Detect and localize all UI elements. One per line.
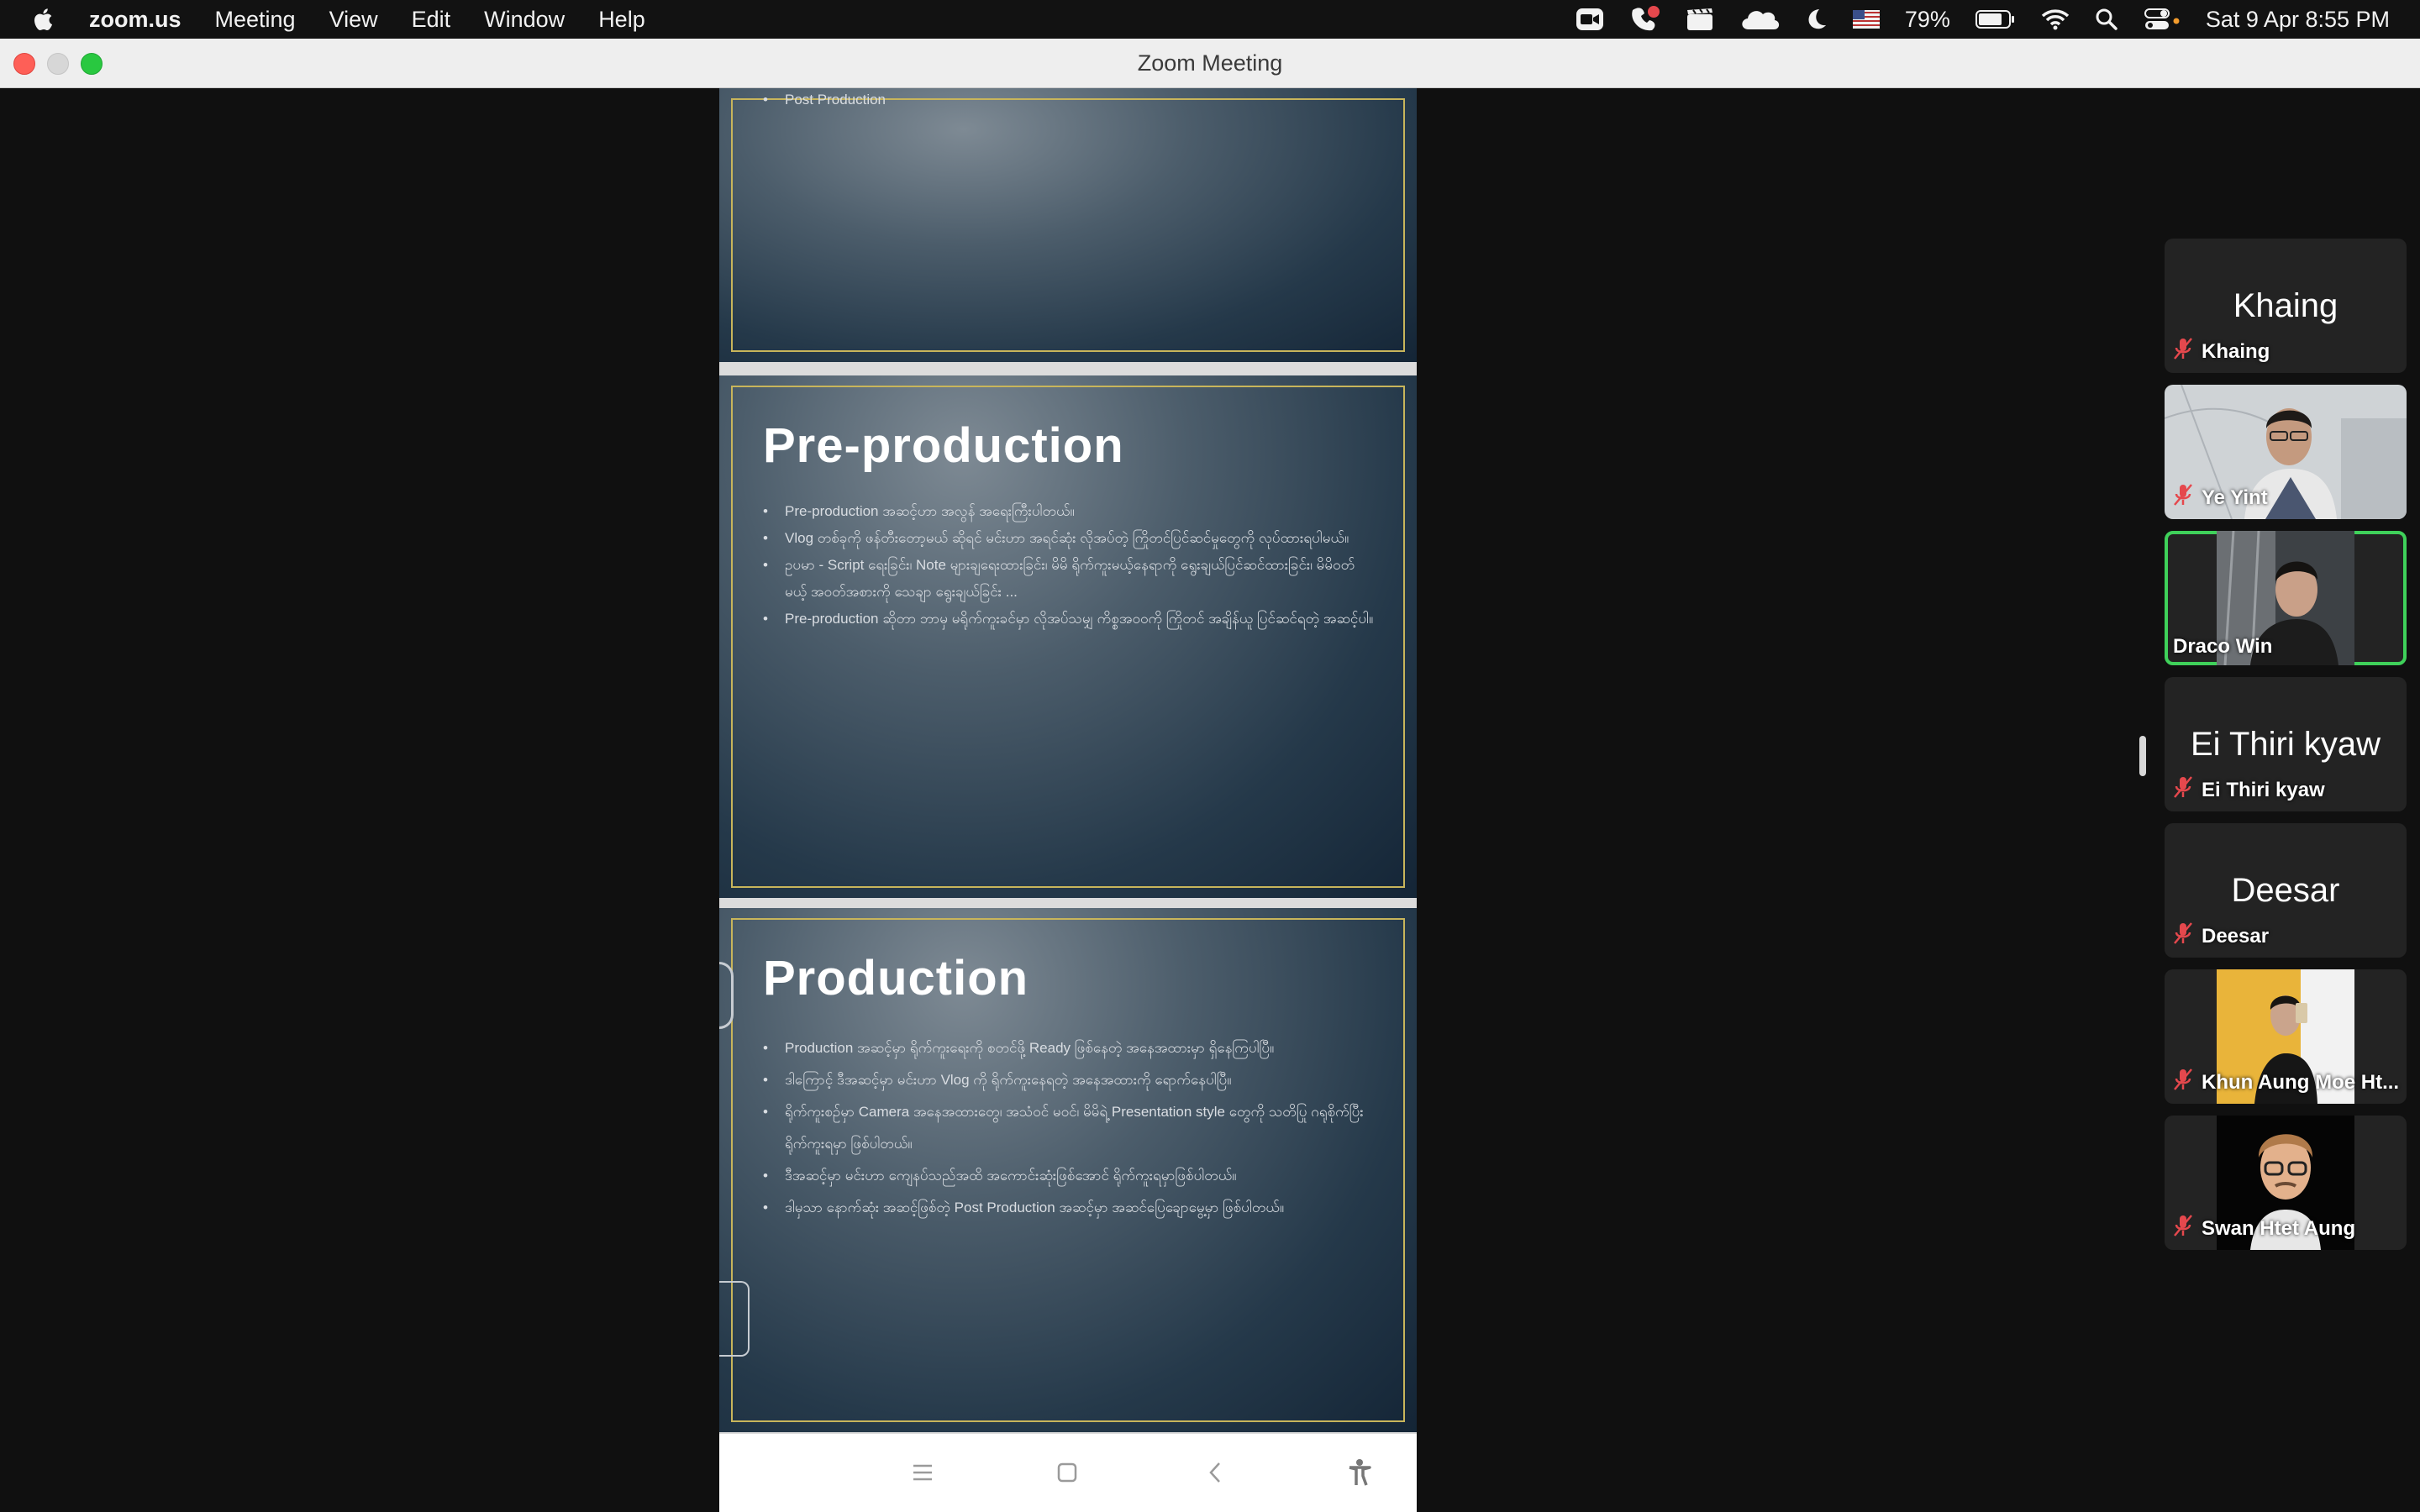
participant-name: Deesar: [2202, 924, 2270, 948]
participant-name: Ye Yint: [2202, 486, 2268, 509]
bullet: Post Production: [763, 88, 1375, 113]
home-icon[interactable]: [1047, 1452, 1087, 1493]
muted-mic-icon: [2173, 921, 2193, 951]
participant-nameplate: Ye Yint: [2173, 483, 2268, 512]
gallery-scroll-indicator[interactable]: [2139, 736, 2146, 776]
zoom-status-icon[interactable]: [1576, 7, 1604, 32]
menu-bar: zoom.us Meeting View Edit Window Help 79…: [0, 0, 2420, 39]
accessibility-icon[interactable]: [1339, 1452, 1380, 1493]
slide-production: Production Production အဆင့်မှာ ရိုက်ကူးရ…: [719, 908, 1417, 1432]
battery-percent: 79%: [1904, 6, 1950, 32]
bullet: ဒီအဆင့်မှာ မင်းဟာ ကျေနပ်သည်အထိ အကောင်းဆု…: [763, 1160, 1375, 1192]
recent-apps-icon[interactable]: [902, 1452, 943, 1493]
bullet: Vlog တစ်ခုကို ဖန်တီးတော့မယ် ဆိုရင် မင်းဟ…: [763, 525, 1375, 552]
participant-tile[interactable]: Deesar Deesar: [2165, 823, 2407, 958]
participant-tile[interactable]: Ye Yint: [2165, 385, 2407, 519]
participant-tile[interactable]: Swan Htet Aung: [2165, 1116, 2407, 1250]
bullet: ဒါမှသာ နောက်ဆုံး အဆင့်ဖြစ်တဲ့ Post Produ…: [763, 1192, 1375, 1224]
cloud-icon[interactable]: [1739, 8, 1781, 31]
bullet: Production အဆင့်မှာ ရိုက်ကူးရေးကို စတင်ဖ…: [763, 1032, 1375, 1064]
participant-name: Khun Aung Moe Ht...: [2202, 1070, 2400, 1094]
menubar-clock[interactable]: Sat 9 Apr 8:55 PM: [2206, 7, 2390, 33]
participant-name: Khaing: [2202, 339, 2270, 363]
window-title: Zoom Meeting: [1137, 50, 1283, 76]
bullet: Pre-production အဆင့်ဟာ အလွန် အရေးကြီးပါတ…: [763, 498, 1375, 525]
wifi-icon[interactable]: [2041, 8, 2070, 30]
android-nav-bar: [719, 1434, 1417, 1512]
muted-mic-icon: [2173, 1068, 2193, 1097]
participant-name: Ei Thiri kyaw: [2202, 778, 2325, 801]
participant-tile-active-speaker[interactable]: Draco Win: [2165, 531, 2407, 665]
slide-post-production: Post Production: [719, 88, 1417, 362]
participant-nameplate: Ei Thiri kyaw: [2173, 775, 2325, 805]
apple-icon[interactable]: [30, 5, 55, 34]
bullet: ရိုက်ကူးစဥ်မှာ Camera အနေအထားတွေ၊ အသံဝင်…: [763, 1096, 1375, 1160]
side-panel-handle[interactable]: [719, 1281, 750, 1357]
muted-mic-icon: [2173, 1214, 2193, 1243]
menu-meeting[interactable]: Meeting: [215, 7, 296, 33]
menu-help[interactable]: Help: [598, 7, 645, 33]
clapperboard-icon[interactable]: [1686, 8, 1713, 31]
window-title-bar: Zoom Meeting: [0, 39, 2420, 88]
participant-display-name: Ei Thiri kyaw: [2191, 726, 2381, 763]
edge-swipe-indicator: [719, 962, 734, 1029]
participant-name: Draco Win: [2173, 635, 2273, 658]
muted-mic-icon: [2173, 483, 2193, 512]
slide-title: Production: [763, 951, 1029, 1005]
participant-nameplate: Deesar: [2173, 921, 2269, 951]
app-menu-zoom[interactable]: zoom.us: [89, 7, 182, 33]
muted-mic-icon: [2173, 775, 2193, 805]
menu-edit[interactable]: Edit: [412, 7, 451, 33]
slide-bullets: Pre-production အဆင့်ဟာ အလွန် အရေးကြီးပါတ…: [763, 498, 1375, 633]
back-icon[interactable]: [1195, 1452, 1235, 1493]
bullet: ဥပမာ - Script ရေးခြင်း၊ Note များချရေးထာ…: [763, 552, 1375, 606]
participant-display-name: Khaing: [2233, 287, 2338, 324]
participant-nameplate: Draco Win: [2173, 635, 2272, 659]
slide-bullets: Post Production: [763, 88, 1375, 113]
spotlight-search-icon[interactable]: [2095, 8, 2118, 31]
participant-name: Swan Htet Aung: [2202, 1216, 2356, 1240]
bullet: ဒါကြောင့် ဒီအဆင့်မှာ မင်းဟာ Vlog ကို ရို…: [763, 1064, 1375, 1096]
slide-title: Pre-production: [763, 418, 1124, 473]
participant-nameplate: Swan Htet Aung: [2173, 1214, 2355, 1243]
slide-pre-production: Pre-production Pre-production အဆင့်ဟာ အလ…: [719, 375, 1417, 898]
battery-icon[interactable]: [1975, 9, 2016, 29]
bullet: Pre-production ဆိုတာ ဘာမှ မရိုက်ကူးခင်မှ…: [763, 606, 1375, 633]
participant-nameplate: Khun Aung Moe Ht...: [2173, 1068, 2399, 1097]
us-flag-icon[interactable]: [1852, 10, 1880, 29]
participant-display-name: Deesar: [2231, 872, 2340, 909]
slide-bullets: Production အဆင့်မှာ ရိုက်ကူးရေးကို စတင်ဖ…: [763, 1032, 1375, 1224]
call-notification-icon[interactable]: [1629, 5, 1661, 34]
slide-border: [731, 98, 1405, 352]
control-center-icon[interactable]: [2144, 8, 2181, 31]
menu-view[interactable]: View: [329, 7, 378, 33]
participant-tile[interactable]: Khaing Khaing: [2165, 239, 2407, 373]
moon-icon[interactable]: [1806, 8, 1828, 31]
menu-window[interactable]: Window: [484, 7, 565, 33]
participant-nameplate: Khaing: [2173, 337, 2270, 366]
muted-mic-icon: [2173, 337, 2193, 366]
shared-screen[interactable]: Post Production Pre-production Pre-produ…: [719, 88, 1417, 1512]
participant-tile[interactable]: Khun Aung Moe Ht...: [2165, 969, 2407, 1104]
participant-tile[interactable]: Ei Thiri kyaw Ei Thiri kyaw: [2165, 677, 2407, 811]
